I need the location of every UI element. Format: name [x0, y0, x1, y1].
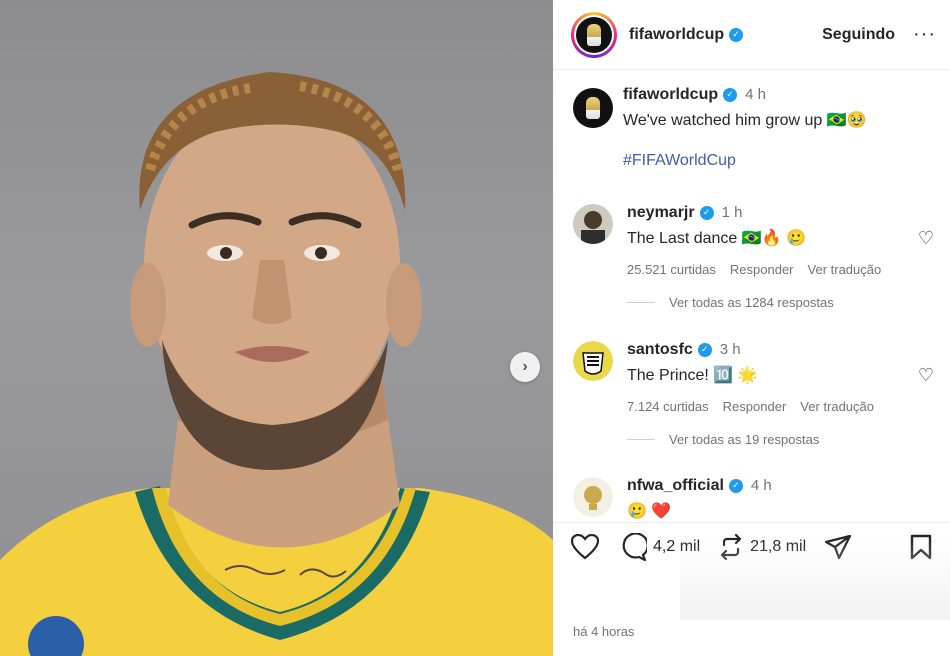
- following-button[interactable]: Seguindo: [822, 26, 895, 44]
- avatar[interactable]: [573, 341, 613, 381]
- repost-icon: [721, 533, 742, 560]
- trophy-icon: [586, 97, 600, 119]
- comment-time: 3 h: [719, 341, 741, 358]
- divider: [627, 302, 655, 303]
- view-replies-button[interactable]: Ver todas as 19 respostas: [627, 432, 936, 447]
- translate-button[interactable]: Ver tradução: [800, 399, 874, 414]
- avatar[interactable]: [573, 477, 613, 517]
- like-button[interactable]: [571, 533, 599, 560]
- heart-icon: [571, 533, 599, 559]
- post-caption: fifaworldcup ✓ 4 h We've watched him grow …: [573, 86, 936, 170]
- trophy-icon: [587, 23, 601, 46]
- comment-username[interactable]: neymarjr: [627, 204, 695, 221]
- avatar[interactable]: [573, 204, 613, 244]
- save-button[interactable]: [910, 534, 932, 560]
- comments-count: 4,2 mil: [653, 537, 701, 555]
- comment-item: nfwa_official ✓ 4 h 🥲 ❤️: [573, 477, 936, 521]
- post-photo[interactable]: ›: [0, 0, 553, 656]
- share-button[interactable]: [824, 534, 852, 560]
- post-timestamp: há 4 horas: [573, 624, 635, 639]
- verified-icon: ✓: [723, 87, 738, 102]
- more-icon[interactable]: ···: [913, 23, 936, 46]
- chevron-right-icon: ›: [522, 358, 528, 375]
- reply-button[interactable]: Responder: [723, 399, 787, 414]
- bookmark-icon: [910, 534, 932, 559]
- comment-text: The Last dance 🇧🇷🔥 🥲: [627, 230, 806, 247]
- divider: [627, 439, 655, 440]
- comment-icon: [622, 532, 647, 561]
- post-actions-bar: 4,2 mil 21,8 mil: [553, 522, 950, 570]
- verified-icon: ✓: [728, 478, 743, 493]
- avatar[interactable]: [573, 88, 613, 128]
- reply-button[interactable]: Responder: [730, 262, 794, 277]
- next-image-button[interactable]: ›: [510, 352, 540, 382]
- verified-icon: ✓: [699, 205, 714, 220]
- comment-button[interactable]: 4,2 mil: [619, 532, 701, 561]
- caption-text: We've watched him grow up 🇧🇷🥹: [623, 112, 867, 129]
- caption-time: 4 h: [745, 86, 766, 103]
- comment-item: santosfc ✓ 3 h The Prince! 🔟 🌟 7.124 curti…: [573, 341, 936, 447]
- avatar[interactable]: [571, 11, 617, 58]
- comment-time: 1 h: [721, 204, 743, 221]
- post-header: fifaworldcup ✓ Seguindo ···: [553, 0, 950, 70]
- verified-icon: ✓: [729, 27, 744, 42]
- caption-username[interactable]: fifaworldcup: [623, 86, 718, 103]
- player-portrait: [0, 72, 553, 656]
- likes-count[interactable]: 7.124 curtidas: [627, 399, 709, 414]
- reposts-count: 21,8 mil: [750, 537, 807, 555]
- author-username[interactable]: fifaworldcup: [629, 26, 724, 44]
- view-replies-label: Ver todas as 19 respostas: [669, 432, 820, 447]
- heart-icon[interactable]: ♡: [918, 365, 934, 386]
- view-replies-button[interactable]: Ver todas as 1284 respostas: [627, 295, 936, 310]
- verified-icon: ✓: [697, 342, 712, 357]
- comment-username[interactable]: nfwa_official: [627, 477, 724, 494]
- comment-item: neymarjr ✓ 1 h The Last dance 🇧🇷🔥 🥲 25.521…: [573, 204, 936, 310]
- view-replies-label: Ver todas as 1284 respostas: [669, 295, 834, 310]
- likes-count[interactable]: 25.521 curtidas: [627, 262, 716, 277]
- post-footer: há 4 horas: [553, 570, 950, 656]
- comment-text: 🥲 ❤️: [627, 503, 672, 520]
- comment-time: 4 h: [750, 477, 772, 494]
- heart-icon[interactable]: ♡: [918, 228, 934, 249]
- repost-button[interactable]: 21,8 mil: [718, 533, 807, 560]
- comment-username[interactable]: santosfc: [627, 341, 693, 358]
- translate-button[interactable]: Ver tradução: [808, 262, 882, 277]
- hashtag-link[interactable]: #FIFAWorldCup: [623, 152, 936, 170]
- comment-text: The Prince! 🔟 🌟: [627, 367, 758, 384]
- share-icon: [825, 534, 852, 559]
